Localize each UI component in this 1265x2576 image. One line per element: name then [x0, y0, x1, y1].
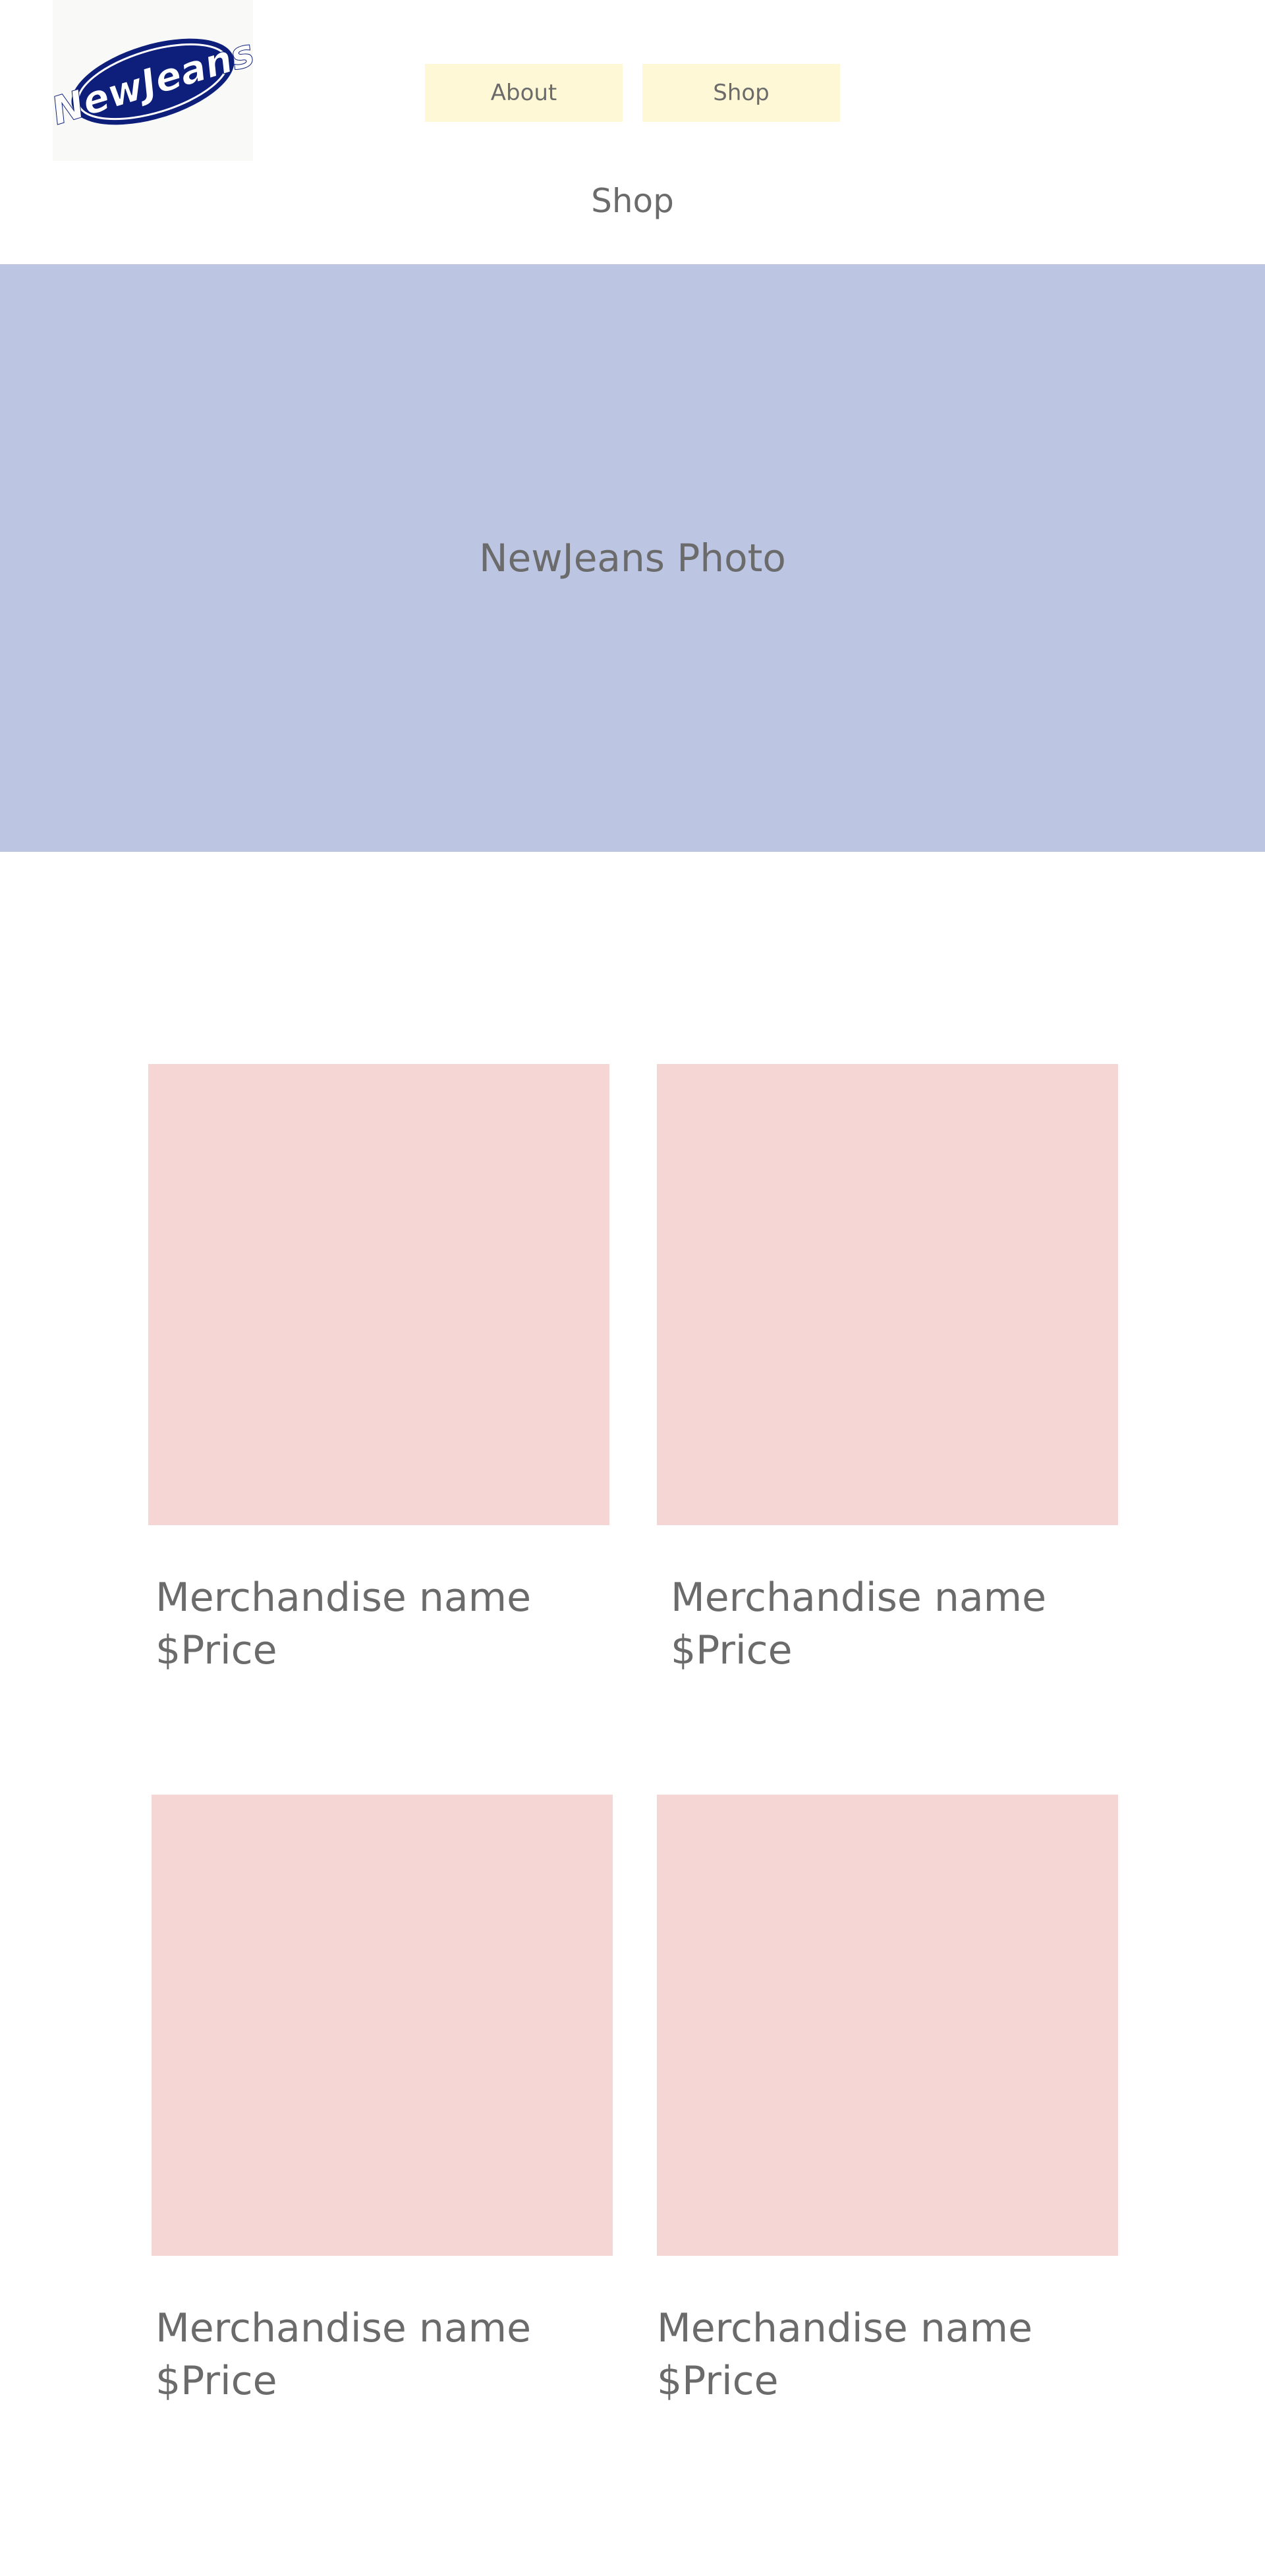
product-name[interactable]: Merchandise name [155, 1571, 531, 1624]
product-image[interactable] [657, 1064, 1118, 1525]
product-price: $Price [155, 2358, 277, 2404]
hero-photo-label: NewJeans Photo [479, 536, 786, 580]
product-price: $Price [155, 1627, 277, 1673]
page-title: Shop [591, 182, 674, 220]
newjeans-logo[interactable]: NewJeans [53, 0, 253, 161]
product-card[interactable]: Merchandise name $Price [657, 1795, 1118, 2404]
product-card[interactable]: Merchandise name $Price [148, 1064, 609, 1673]
hero-banner: NewJeans Photo [0, 264, 1265, 852]
product-price: $Price [657, 2358, 779, 2404]
product-card[interactable]: Merchandise name $Price [657, 1064, 1118, 1673]
product-image[interactable] [657, 1795, 1118, 2256]
nav-about-button[interactable]: About [425, 64, 623, 122]
product-name[interactable]: Merchandise name [671, 1571, 1046, 1624]
product-image[interactable] [148, 1064, 609, 1525]
product-price: $Price [671, 1627, 793, 1673]
product-image[interactable] [152, 1795, 613, 2256]
nav-shop-button[interactable]: Shop [642, 64, 840, 122]
product-card[interactable]: Merchandise name $Price [152, 1795, 613, 2404]
product-name[interactable]: Merchandise name [155, 2302, 531, 2355]
product-name[interactable]: Merchandise name [657, 2302, 1032, 2355]
